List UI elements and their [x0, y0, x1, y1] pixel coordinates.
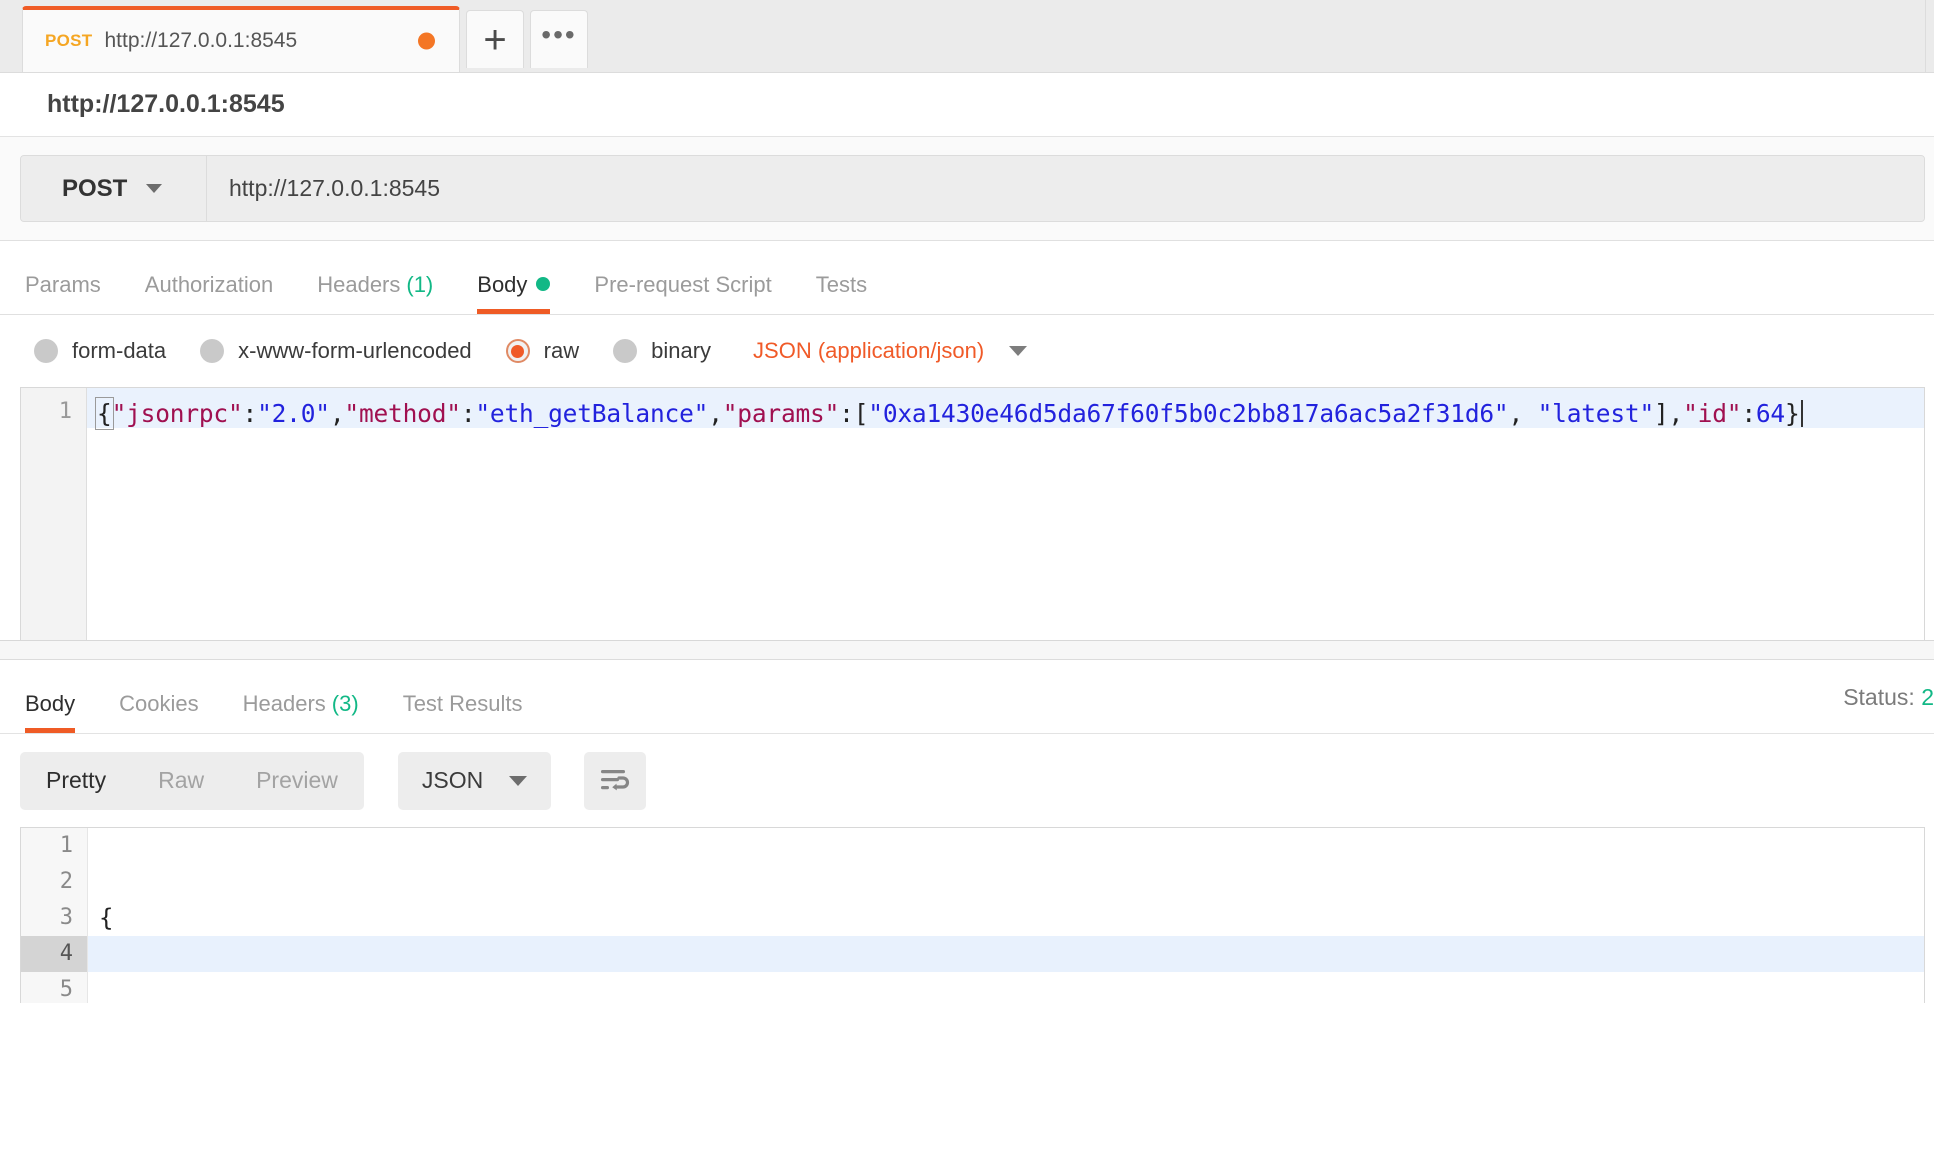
radio-x-www-form-urlencoded[interactable]: x-www-form-urlencoded: [200, 338, 472, 364]
body-type-row: form-data x-www-form-urlencoded raw bina…: [0, 315, 1934, 387]
response-tab-headers[interactable]: Headers (3): [243, 691, 359, 733]
http-method-label: POST: [62, 174, 128, 202]
body-content-type-label: JSON (application/json): [753, 338, 985, 363]
tab-url-label: http://127.0.0.1:8545: [104, 29, 298, 52]
response-tabs: Body Cookies Headers (3) Test Results Sta…: [0, 660, 1934, 734]
view-preview-button[interactable]: Preview: [230, 767, 364, 794]
new-tab-button[interactable]: +: [466, 10, 524, 68]
url-input-value: http://127.0.0.1:8545: [229, 175, 441, 201]
tab-bar-divider: [1925, 0, 1926, 72]
tab-bar: POST http://127.0.0.1:8545 + •••: [0, 0, 1934, 73]
request-body-editor[interactable]: 1 {"jsonrpc":"2.0","method":"eth_getBala…: [20, 387, 1925, 640]
http-method-select[interactable]: POST: [21, 156, 207, 221]
tab-tests[interactable]: Tests: [816, 272, 867, 314]
view-pretty-button[interactable]: Pretty: [20, 767, 132, 794]
tab-options-button[interactable]: •••: [530, 10, 588, 68]
response-tab-cookies[interactable]: Cookies: [119, 691, 198, 733]
response-toolbar: Pretty Raw Preview JSON: [0, 734, 1934, 827]
url-input[interactable]: http://127.0.0.1:8545: [207, 156, 1924, 221]
response-tab-body-label: Body: [25, 691, 76, 716]
response-line-number: 1: [59, 833, 73, 858]
request-line-number: 1: [58, 399, 72, 424]
tab-headers-label: Headers: [317, 272, 401, 297]
panel-splitter[interactable]: [0, 640, 1934, 660]
request-editor-gutter: 1: [21, 388, 87, 640]
tab-pre-request-script[interactable]: Pre-request Script: [594, 272, 771, 314]
unsaved-dot-icon[interactable]: [418, 32, 435, 50]
chevron-down-icon: [1009, 346, 1028, 356]
view-raw-button[interactable]: Raw: [132, 767, 230, 794]
response-view-switcher: Pretty Raw Preview: [20, 751, 364, 810]
status-label: Status:: [1843, 684, 1915, 710]
radio-raw-label: raw: [543, 338, 580, 363]
tab-authorization-label: Authorization: [144, 272, 274, 297]
status-badge: Status: 2: [1843, 684, 1934, 711]
radio-binary-icon: [613, 339, 638, 363]
radio-x-www-form-urlencoded-icon: [200, 339, 225, 363]
tab-headers[interactable]: Headers (1): [317, 272, 433, 314]
request-tab-item[interactable]: POST http://127.0.0.1:8545: [22, 6, 460, 72]
response-editor-gutter: 1 2 3 4 5: [21, 828, 88, 1003]
response-tab-test-results-label: Test Results: [402, 691, 523, 716]
tab-tests-label: Tests: [815, 272, 868, 297]
response-body-editor[interactable]: 1 2 3 4 5 { "jsonrpc": "2.0", "id": 64, …: [20, 827, 1925, 1003]
radio-form-data[interactable]: form-data: [34, 338, 166, 364]
request-param-address: "0xa1430e46d5da67f60f5b0c2bb817a6ac5a2f3…: [868, 399, 1509, 428]
response-open-brace: {: [99, 904, 114, 932]
tab-body-label: Body: [477, 272, 528, 297]
tab-params[interactable]: Params: [25, 272, 101, 314]
page-title: http://127.0.0.1:8545: [47, 90, 285, 118]
response-line-number: 5: [59, 977, 73, 1002]
radio-form-data-label: form-data: [72, 338, 167, 363]
response-tab-headers-label: Headers: [242, 691, 326, 716]
response-line-number: 4: [21, 936, 87, 972]
tab-authorization[interactable]: Authorization: [145, 272, 273, 314]
request-body-code[interactable]: {"jsonrpc":"2.0","method":"eth_getBalanc…: [95, 397, 1924, 430]
response-format-select[interactable]: JSON: [397, 751, 552, 810]
response-tab-test-results[interactable]: Test Results: [403, 691, 523, 733]
tab-pre-request-script-label: Pre-request Script: [594, 272, 772, 297]
tab-headers-count: (1): [406, 272, 434, 297]
text-cursor: [1800, 400, 1803, 427]
radio-x-www-form-urlencoded-label: x-www-form-urlencoded: [238, 338, 472, 363]
response-tab-body[interactable]: Body: [25, 691, 76, 733]
postman-window: POST http://127.0.0.1:8545 + ••• http://…: [0, 0, 1934, 1158]
response-code-line: {: [99, 900, 1924, 936]
response-line-number: 2: [59, 869, 73, 894]
tab-method-label: POST: [45, 31, 93, 50]
request-title-bar: http://127.0.0.1:8545: [0, 73, 1934, 137]
word-wrap-icon: [601, 769, 630, 790]
radio-raw-icon: [505, 339, 530, 363]
chevron-down-icon: [146, 184, 163, 193]
radio-raw[interactable]: raw: [505, 338, 580, 364]
response-body-code[interactable]: { "jsonrpc": "2.0", "id": 64, "result": …: [99, 828, 1924, 1003]
url-bar-row: POST http://127.0.0.1:8545: [0, 137, 1934, 241]
response-tab-headers-count: (3): [331, 691, 359, 716]
response-tab-cookies-label: Cookies: [119, 691, 199, 716]
url-bar: POST http://127.0.0.1:8545: [20, 155, 1925, 222]
word-wrap-button[interactable]: [584, 751, 647, 810]
request-tabs: Params Authorization Headers (1) Body Pre…: [0, 241, 1934, 315]
status-value: 2: [1921, 684, 1934, 710]
response-line-number: 3: [59, 905, 73, 930]
body-present-dot-icon: [536, 277, 551, 291]
radio-form-data-icon: [34, 339, 58, 363]
body-content-type-select[interactable]: JSON (application/json): [745, 338, 1028, 364]
radio-binary-label: binary: [651, 338, 712, 363]
response-format-label: JSON: [421, 767, 484, 793]
tab-params-label: Params: [25, 272, 101, 297]
chevron-down-icon: [509, 775, 528, 786]
radio-binary[interactable]: binary: [613, 338, 711, 364]
tab-body[interactable]: Body: [477, 272, 551, 314]
